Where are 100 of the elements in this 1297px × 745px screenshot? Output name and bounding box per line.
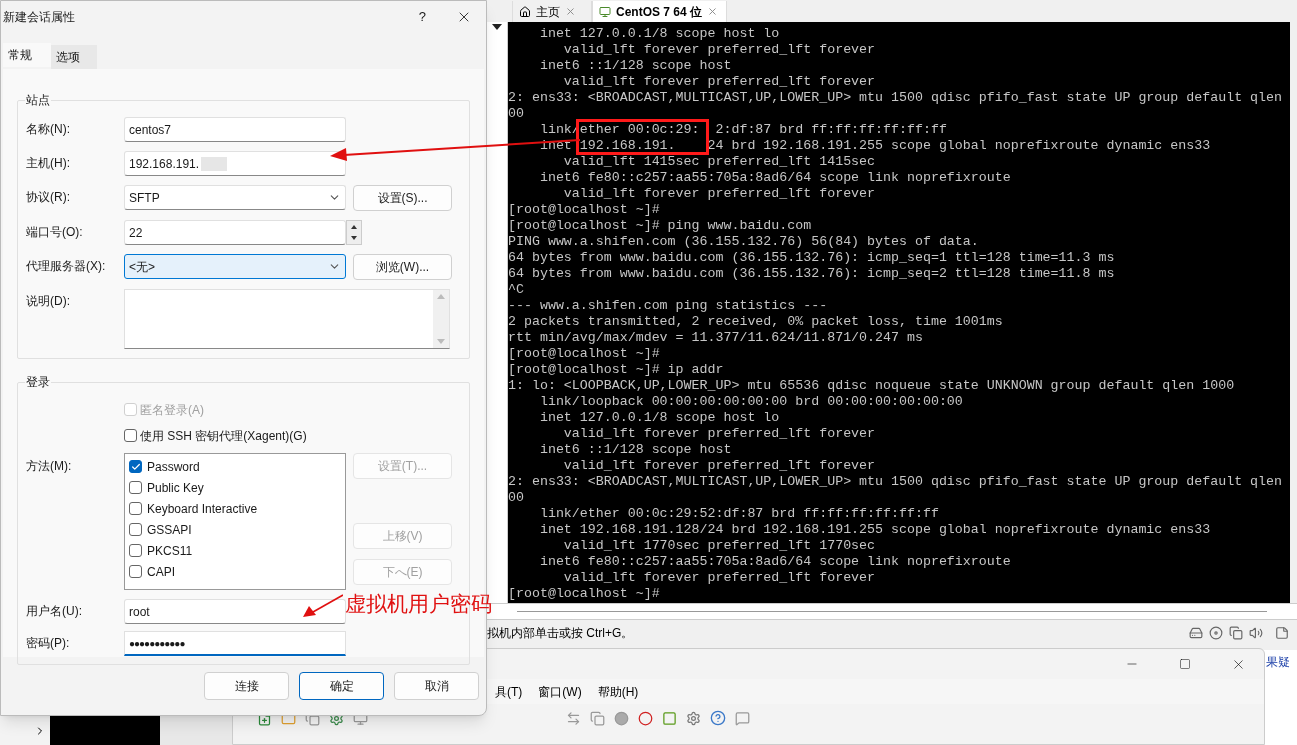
disc-icon[interactable] (1209, 626, 1223, 640)
password-field[interactable]: ●●●●●●●●●●● (124, 631, 346, 656)
field-label: 协议(R): (26, 189, 71, 206)
terminal-line: valid_lft 1770sec preferred_lft 1770sec (562, 538, 876, 554)
menu-item[interactable]: 帮助(H) (597, 682, 639, 701)
menu-item[interactable]: 具(T) (495, 682, 523, 701)
dialog-button[interactable]: 设置(S)... (353, 185, 452, 211)
drive-icon[interactable] (1189, 626, 1203, 640)
tab[interactable]: 选项 (51, 45, 97, 69)
terminal-line: PING www.a.shifen.com (36.155.132.76) 56(84) bytes of data. (508, 234, 979, 250)
terminal-line: inet6 ::1/128 scope host (538, 442, 732, 458)
terminal-line: valid_lft forever preferred_lft forever (562, 74, 876, 90)
dropdown-arrow-icon[interactable] (492, 24, 502, 30)
dialog-button[interactable]: 确定 (299, 672, 384, 700)
terminal-line: 64 bytes from www.baidu.com (36.155.132.76): icmp_seq=1 ttl=128 time=11.3 ms (508, 250, 1115, 266)
maximize-icon[interactable] (1179, 658, 1191, 670)
field-label: 主机(H): (26, 155, 71, 172)
terminal-line: link/loopback 00:00:00:00:00:00 brd 00:00:00:00:00:00 (538, 394, 963, 410)
terminal-line: valid_lft forever preferred_lft forever (562, 570, 876, 586)
side-link[interactable]: 果疑 (1266, 653, 1290, 671)
terminal-line: 2: ens33: <BROADCAST,MULTICAST,UP,LOWER_UP> mtu 1500 qdisc pfifo_fast state UP group default qlen (508, 474, 1282, 490)
terminal-line: link/ether 00:0c:29:52:df:87 brd ff:ff:ff:ff:ff:ff (538, 506, 939, 522)
terminal-line: ^C (508, 282, 524, 298)
checkbox-label: 使用 SSH 密钥代理(Xagent)(G) (140, 427, 307, 445)
dialog-button[interactable]: 浏览(W)... (353, 254, 452, 280)
terminal-line: inet 127.0.0.1/8 scope host lo (538, 410, 780, 426)
method-label: PKCS11 (147, 542, 193, 560)
terminal-line: inet6 fe80::c257:aa55:705a:8ad6/64 scope link noprefixroute (538, 170, 1011, 186)
field-label: 用户名(U): (26, 603, 83, 620)
group-title: 登录 (25, 374, 51, 391)
terminal-line: valid_lft forever preferred_lft forever (562, 42, 876, 58)
help-icon[interactable] (710, 710, 726, 726)
terminal-line: inet 192.168.191.128/24 brd 192.168.191.255 scope global noprefixroute dynamic ens33 (538, 522, 1211, 538)
down-arrow-icon (351, 236, 357, 241)
checkbox[interactable] (129, 523, 142, 536)
terminal-line: valid_lft forever preferred_lft forever (562, 458, 876, 474)
terminal-line: [root@localhost ~]# (508, 346, 660, 362)
method-list[interactable]: Password Public Key Keyboard Interactive GSSAPI PKCS11 CAPI (124, 453, 346, 590)
method-label: Public Key (147, 479, 204, 497)
square-icon[interactable] (662, 710, 677, 726)
terminal-line: --- www.a.shifen.com ping statistics --- (508, 298, 828, 314)
chat-icon[interactable] (735, 710, 750, 726)
field-label: 方法(M): (26, 458, 73, 475)
method-label: CAPI (147, 563, 175, 581)
text-field[interactable]: root (124, 599, 346, 624)
spin-buttons[interactable] (346, 220, 362, 245)
checkbox[interactable] (129, 460, 142, 473)
method-label: GSSAPI (147, 521, 192, 539)
checkbox[interactable] (129, 544, 142, 557)
field-label: 端口号(O): (26, 224, 84, 241)
status-text: 拟机内部单击或按 Ctrl+G。 (487, 625, 634, 642)
port-field[interactable]: 22 (124, 220, 346, 245)
dropdown[interactable]: SFTP (124, 185, 346, 210)
transfer-icon[interactable] (566, 710, 581, 726)
tab[interactable]: 主页 (512, 1, 592, 22)
terminal-line: inet6 fe80::c257:aa55:705a:8ad6/64 scope link noprefixroute (538, 554, 1011, 570)
copy-icon[interactable] (590, 710, 605, 726)
terminal-line: [root@localhost ~]# (508, 586, 660, 602)
speaker-icon[interactable] (1249, 626, 1263, 640)
circle-icon[interactable] (614, 710, 629, 726)
field-label: 说明(D): (26, 293, 71, 310)
checkbox[interactable] (129, 481, 142, 494)
vm-icon (599, 5, 611, 18)
tab[interactable]: CentOS 7 64 位 (592, 1, 727, 22)
terminal-line: inet 127.0.0.1/8 scope host lo (538, 26, 780, 42)
group-title: 站点 (25, 92, 51, 109)
text-field[interactable]: centos7 (124, 117, 346, 142)
arrow (303, 594, 343, 618)
dialog-button[interactable]: 取消 (394, 672, 479, 700)
field-label: 密码(P): (26, 635, 71, 652)
terminal-line: [root@localhost ~]# (508, 202, 660, 218)
terminal-line: valid_lft forever preferred_lft forever (562, 186, 876, 202)
terminal-line: valid_lft 1415sec preferred_lft 1415sec (562, 154, 876, 170)
checkbox[interactable] (129, 565, 142, 578)
method-label: Keyboard Interactive (147, 500, 258, 518)
terminal-line: 00 (508, 490, 524, 506)
dropdown[interactable]: <无> (124, 254, 346, 279)
description-field[interactable] (124, 289, 450, 349)
terminal-line: inet6 ::1/128 scope host (538, 58, 732, 74)
home-icon (519, 5, 531, 18)
terminal-line: [root@localhost ~]# ip addr (508, 362, 724, 378)
settings-icon[interactable] (686, 710, 701, 726)
tab[interactable]: 常规 (3, 43, 51, 67)
note-icon[interactable] (1275, 626, 1289, 640)
annotation-text: 虚拟机用户密码 (345, 591, 492, 618)
terminal-line: 1: lo: <LOOPBACK,UP,LOWER_UP> mtu 65536 qdisc noqueue state UNKNOWN group default qlen 1000 (508, 378, 1235, 394)
help-button[interactable]: ? (418, 7, 426, 27)
text-field[interactable]: 192.168.191. (124, 151, 346, 176)
field-label: 代理服务器(X): (26, 258, 107, 275)
terminal-line: [root@localhost ~]# ping www.baidu.com (508, 218, 812, 234)
terminal-line: 00 (508, 106, 524, 122)
up-arrow-icon (351, 224, 357, 229)
checkbox-label: 匿名登录(A) (140, 401, 204, 419)
checkbox[interactable] (129, 502, 142, 515)
window-title: 新建会话属性 (3, 9, 75, 26)
terminal-line: rtt min/avg/max/mdev = 11.377/11.624/11.871/0.247 ms (508, 330, 923, 346)
menu-item[interactable]: 窗口(W) (538, 682, 582, 701)
dialog-button[interactable]: 连接 (204, 672, 289, 700)
method-label: Password (147, 458, 200, 476)
checkbox[interactable] (124, 429, 137, 442)
